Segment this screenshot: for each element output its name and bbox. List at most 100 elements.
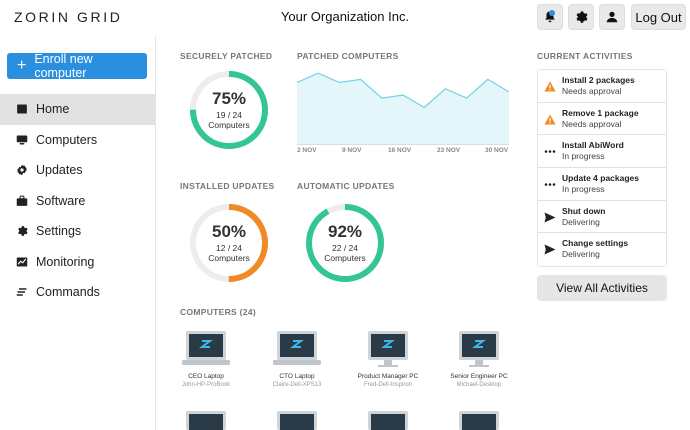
commands-icon [16,288,27,296]
dots-icon [544,150,556,154]
securely-patched-donut: 75% 19 / 24 Computers [189,70,269,150]
header: ZORIN GRID Your Organization Inc. Log Ou… [0,0,690,36]
sidebar-nav: Home Computers Updates Software Settings… [0,94,155,308]
sidebar-item-label: Monitoring [36,254,95,269]
computer-card[interactable]: CEO Laptop John-HP-ProBook [166,330,246,388]
desktop-icon [459,331,499,367]
logout-button[interactable]: Log Out [631,4,686,30]
sidebar-item-label: Settings [36,224,82,239]
activity-status: Needs approval [562,86,622,96]
securely-patched-percent: 75% [211,89,247,108]
sidebar-item-label: Home [36,102,70,117]
home-icon [17,104,27,114]
activity-status: In progress [562,151,605,162]
user-icon [606,11,618,23]
computer-card-partial[interactable] [273,410,321,430]
computer-hostname: Fred-Dell-Inspiron [363,382,412,388]
computer-card-partial[interactable] [455,410,503,430]
gear-icon [18,226,28,237]
automatic-updates-donut: 92% 22 / 24 Computers [305,203,385,283]
send-icon [544,244,556,255]
chart-tick-label: 30 NOV [485,147,509,154]
current-activities-label: CURRENT ACTIVITIES [537,51,633,61]
chart-area [297,73,509,145]
computer-hostname: Claire-Dell-XPS13 [272,382,322,388]
sidebar-item-updates[interactable]: Updates [0,155,155,186]
enroll-label: Enroll new computer [34,52,93,80]
securely-patched-count: 19 / 24 Computers [208,110,250,130]
sidebar-item-settings[interactable]: Settings [0,216,155,247]
gear-badge-icon [17,165,27,176]
chart-tick-label: 9 NOV [342,147,362,154]
installed-updates-donut: 50% 12 / 24 Computers [189,203,269,283]
sidebar-item-monitoring[interactable]: Monitoring [0,247,155,278]
activity-item[interactable]: Remove 1 package Needs approval [538,103,666,136]
settings-button[interactable] [568,4,594,30]
sidebar-item-label: Computers [36,132,98,147]
automatic-updates-percent: 92% [327,222,363,241]
chart-tick-label: 2 NOV [297,147,317,154]
sidebar-item-label: Software [36,193,86,208]
activity-title: Install AbiWord [562,140,624,151]
computer-name: Senior Engineer PC [450,373,508,380]
computer-card[interactable]: CTO Laptop Claire-Dell-XPS13 [257,330,337,388]
app-logo: ZORIN GRID [14,9,123,25]
computer-hostname: John-HP-ProBook [181,382,231,388]
sidebar-item-home[interactable]: Home [0,94,155,125]
organization-name: Your Organization Inc. [280,9,410,24]
plus-icon: + [17,57,27,74]
briefcase-icon [16,195,28,206]
warning-icon [544,81,556,92]
laptop-icon [182,331,230,365]
activity-item[interactable]: Change settings Delivering [538,233,666,266]
chart-tick-label: 23 NOV [437,147,461,154]
notifications-button[interactable] [537,4,563,30]
computer-name: CEO Laptop [188,373,224,380]
laptop-icon [273,331,321,365]
gear-icon [576,11,588,23]
computer-card[interactable]: Senior Engineer PC Michael-Desktop [439,330,519,388]
computer-card-partial[interactable] [364,410,412,430]
computer-name: Product Manager PC [357,373,419,380]
computer-hostname: Michael-Desktop [456,382,502,388]
activity-title: Install 2 packages [562,75,635,85]
sidebar-item-label: Commands [36,285,100,300]
installed-updates-label: INSTALLED UPDATES [180,181,275,191]
chart-icon [16,257,28,267]
installed-updates-count: 12 / 24 Computers [208,243,250,263]
computers-section-label: COMPUTERS (24) [180,307,256,317]
computer-name: CTO Laptop [279,373,315,380]
activity-item[interactable]: Install AbiWord In progress [538,135,666,169]
account-button[interactable] [599,4,625,30]
monitor-icon [16,135,28,145]
chart-tick-label: 16 NOV [388,147,412,154]
activity-item[interactable]: Update 4 packages In progress [538,168,666,201]
sidebar-item-computers[interactable]: Computers [0,125,155,156]
computer-card-partial[interactable] [182,410,230,430]
sidebar-item-label: Updates [36,163,83,178]
patched-computers-chart [297,72,509,145]
activity-title: Change settings [562,238,629,249]
activity-status: Delivering [562,216,600,227]
computer-card[interactable]: Product Manager PC Fred-Dell-Inspiron [348,330,428,388]
activity-title: Remove 1 package [562,107,639,118]
automatic-updates-count: 22 / 24 Computers [324,243,366,263]
activity-item[interactable]: Shut down Delivering [538,201,666,234]
dots-icon [544,183,556,186]
activity-title: Update 4 packages [562,173,640,184]
patched-computers-label: PATCHED COMPUTERS [297,51,399,61]
activity-status: In progress [562,184,605,195]
warning-icon [544,114,556,125]
send-icon [544,212,556,223]
notification-badge [549,10,555,16]
activity-title: Shut down [562,205,606,216]
installed-updates-percent: 50% [211,222,247,241]
sidebar: + Enroll new computer Home Computers Upd… [0,36,156,430]
enroll-computer-button[interactable]: + Enroll new computer [7,52,147,80]
activity-item[interactable]: Install 2 packages Needs approval [538,70,666,103]
sidebar-item-commands[interactable]: Commands [0,277,155,308]
view-all-activities-button[interactable]: View All Activities [537,275,667,301]
automatic-updates-label: AUTOMATIC UPDATES [297,181,395,191]
activity-status: Needs approval [562,118,622,129]
sidebar-item-software[interactable]: Software [0,186,155,217]
